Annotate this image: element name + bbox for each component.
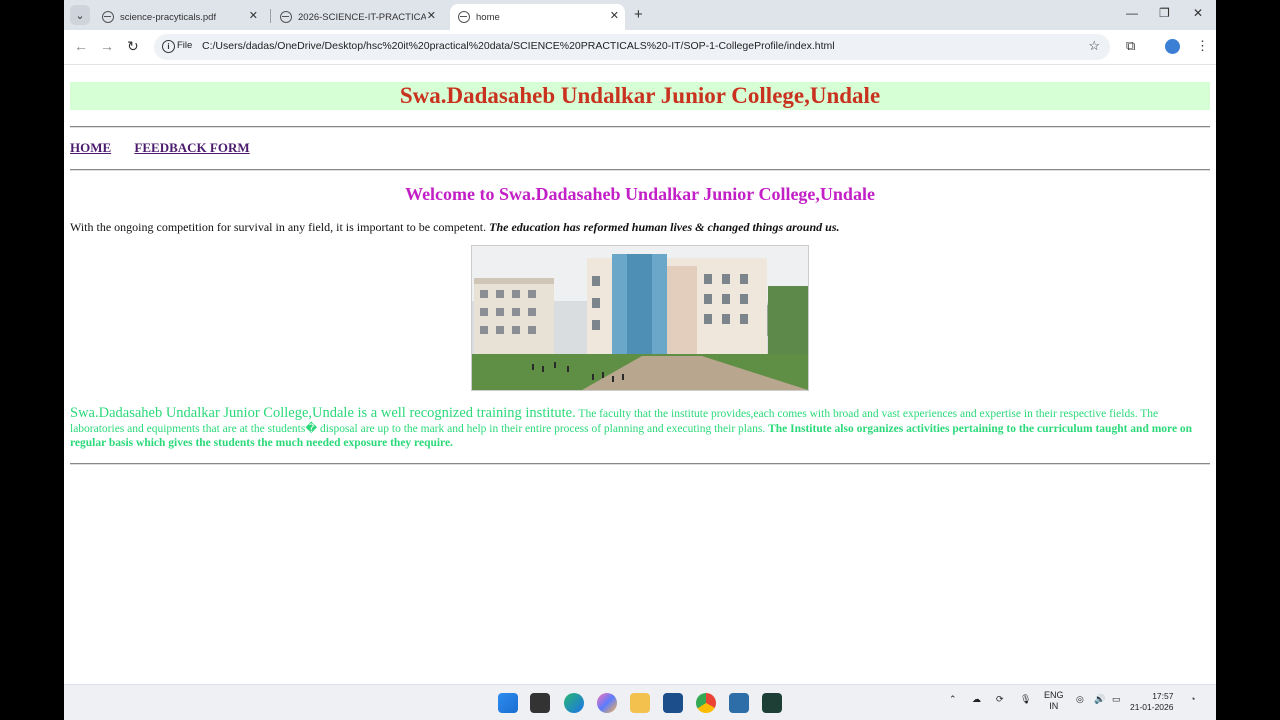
divider bbox=[70, 126, 1210, 128]
intro-bold-text: The education has reformed human lives &… bbox=[489, 220, 840, 234]
clock[interactable]: 17:57 21-01-2026 bbox=[1130, 691, 1173, 713]
task-view-icon[interactable] bbox=[530, 693, 550, 713]
header-banner: Swa.Dadasaheb Undalkar Junior College,Un… bbox=[70, 82, 1210, 110]
tab-home[interactable]: home ✕ bbox=[450, 4, 625, 30]
clock-date: 21-01-2026 bbox=[1130, 702, 1174, 712]
about-paragraph: Swa.Dadasaheb Undalkar Junior College,Un… bbox=[70, 406, 1210, 451]
nav-link-feedback[interactable]: FEEDBACK FORM bbox=[134, 140, 249, 155]
cloud-icon[interactable]: ☁ bbox=[972, 694, 981, 705]
close-tab-icon[interactable]: ✕ bbox=[610, 9, 619, 22]
back-icon[interactable]: ← bbox=[74, 38, 88, 54]
page-title: Swa.Dadasaheb Undalkar Junior College,Un… bbox=[399, 83, 881, 108]
close-window-icon[interactable]: ✕ bbox=[1193, 6, 1203, 20]
divider bbox=[70, 463, 1210, 465]
notification-icon[interactable]: ◔ bbox=[1190, 694, 1195, 704]
sync-icon[interactable]: ⟳ bbox=[996, 694, 1004, 705]
chrome-icon[interactable] bbox=[696, 693, 716, 713]
photos-icon[interactable] bbox=[729, 693, 749, 713]
microphone-icon[interactable]: 🎙 bbox=[1020, 694, 1031, 705]
info-icon[interactable]: i bbox=[162, 40, 175, 53]
tab-separator bbox=[270, 9, 271, 23]
screen: ⌄ science-pracyticals.pdf ✕ 2026-SCIENCE… bbox=[64, 0, 1216, 720]
tab-title: home bbox=[476, 11, 500, 23]
globe-icon bbox=[280, 11, 292, 23]
welcome-heading: Welcome to Swa.Dadasaheb Undalkar Junior… bbox=[405, 184, 875, 204]
windows-start-icon[interactable] bbox=[498, 693, 518, 713]
taskbar: ⌃ ☁ ⟳ 🎙 ENG IN ◎ 🔊 ▭ 17:57 21-01-2026 ◔ bbox=[64, 684, 1216, 720]
address-bar[interactable]: i File C:/Users/dadas/OneDrive/Desktop/h… bbox=[154, 34, 1110, 60]
profile-avatar[interactable] bbox=[1165, 39, 1180, 54]
tab-pdf[interactable]: science-pracyticals.pdf ✕ bbox=[94, 4, 264, 30]
browser-toolbar: ← → ↻ i File C:/Users/dadas/OneDrive/Des… bbox=[64, 30, 1216, 65]
tab-practical[interactable]: 2026-SCIENCE-IT-PRACTICAL-C ✕ bbox=[272, 4, 442, 30]
restore-icon[interactable]: ❐ bbox=[1159, 6, 1170, 20]
bookmark-star-icon[interactable]: ☆ bbox=[1088, 38, 1100, 54]
file-chip: File bbox=[177, 40, 193, 51]
intro-text: With the ongoing competition for surviva… bbox=[70, 220, 487, 234]
lang-bottom: IN bbox=[1049, 701, 1059, 711]
nav-link-home[interactable]: HOME bbox=[70, 140, 111, 155]
web-page: Swa.Dadasaheb Undalkar Junior College,Un… bbox=[64, 65, 1216, 684]
terminal-icon[interactable] bbox=[762, 693, 782, 713]
college-photo-illustration bbox=[472, 246, 808, 390]
language-indicator[interactable]: ENG IN bbox=[1044, 690, 1064, 712]
chevron-up-icon[interactable]: ⌃ bbox=[949, 694, 957, 705]
close-tab-icon[interactable]: ✕ bbox=[249, 9, 258, 22]
lang-top: ENG bbox=[1044, 690, 1064, 700]
network-icon[interactable]: ◎ bbox=[1076, 694, 1084, 705]
battery-icon[interactable]: ▭ bbox=[1112, 694, 1121, 705]
url-text[interactable]: C:/Users/dadas/OneDrive/Desktop/hsc%20it… bbox=[202, 40, 835, 52]
globe-icon bbox=[458, 11, 470, 23]
tab-strip: ⌄ science-pracyticals.pdf ✕ 2026-SCIENCE… bbox=[64, 0, 1216, 30]
file-explorer-icon[interactable] bbox=[630, 693, 650, 713]
close-tab-icon[interactable]: ✕ bbox=[427, 9, 436, 22]
edge-icon[interactable] bbox=[564, 693, 584, 713]
volume-icon[interactable]: 🔊 bbox=[1094, 694, 1105, 705]
tab-title: 2026-SCIENCE-IT-PRACTICAL-C bbox=[298, 11, 426, 23]
store-icon[interactable] bbox=[663, 693, 683, 713]
tab-title: science-pracyticals.pdf bbox=[120, 11, 217, 23]
nav-menu: HOME FEEDBACK FORM bbox=[70, 140, 270, 156]
clock-time: 17:57 bbox=[1152, 691, 1174, 701]
college-building-image bbox=[471, 245, 809, 391]
tab-search-button[interactable]: ⌄ bbox=[70, 5, 90, 25]
copilot-icon[interactable] bbox=[597, 693, 617, 713]
forward-icon[interactable]: → bbox=[100, 38, 114, 54]
divider bbox=[70, 169, 1210, 171]
intro-paragraph: With the ongoing competition for surviva… bbox=[70, 220, 840, 235]
extensions-icon[interactable]: ⧉ bbox=[1126, 38, 1135, 54]
minimize-icon[interactable]: — bbox=[1126, 6, 1138, 20]
menu-kebab-icon[interactable]: ⋮ bbox=[1196, 38, 1209, 54]
new-tab-icon[interactable]: + bbox=[634, 6, 643, 23]
about-lead-text: Swa.Dadasaheb Undalkar Junior College,Un… bbox=[70, 405, 576, 421]
reload-icon[interactable]: ↻ bbox=[127, 38, 139, 55]
globe-icon bbox=[102, 11, 114, 23]
